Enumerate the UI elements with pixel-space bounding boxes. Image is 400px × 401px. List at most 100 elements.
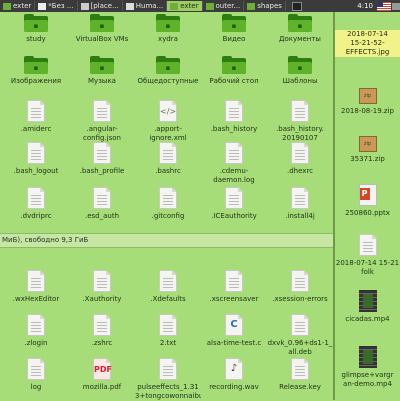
file-item-label: study xyxy=(26,35,46,43)
file-item[interactable]: .wxHexEditor xyxy=(3,270,69,304)
file-item-label: Музыка xyxy=(88,77,116,85)
file-item[interactable]: ▪ Изображения xyxy=(3,56,69,86)
file-item-label: Видео xyxy=(222,35,246,43)
file-item-label: dxvk_0.96+ds1-1_ xyxy=(267,339,333,347)
file-item[interactable]: ▪ Шаблоны xyxy=(267,56,333,86)
text-file-icon xyxy=(93,270,111,292)
file-item[interactable]: .bashrc xyxy=(135,142,201,176)
task-button[interactable]: [place... xyxy=(78,1,123,11)
desktop-item-label: 2018-08-19.zip xyxy=(341,107,394,115)
folder-icon: ▪ xyxy=(90,14,114,32)
file-item-label: .zshrc xyxy=(91,339,113,347)
text-file-icon xyxy=(159,314,177,336)
file-item[interactable]: .dhexrc xyxy=(267,142,333,176)
clock[interactable]: 4:10 xyxy=(354,2,376,10)
file-item[interactable]: ▪ xydra xyxy=(135,14,201,44)
file-item-label: log xyxy=(30,383,42,391)
file-item-label: pulseeffects_1.31 xyxy=(137,383,199,391)
folder-icon: ▪ xyxy=(288,14,312,32)
file-item[interactable]: .bash_history. 20190107 xyxy=(267,100,333,143)
desktop-item[interactable]: cicadas.mp4 xyxy=(335,290,400,324)
task-button[interactable]: Huma... xyxy=(123,1,168,11)
file-item-label: Release.key xyxy=(279,383,321,391)
desktop-item[interactable]: 2018-08-19.zip xyxy=(335,88,400,116)
file-item-label: .bashrc xyxy=(155,167,181,175)
text-file-icon xyxy=(93,314,111,336)
file-item[interactable]: .xsession-errors xyxy=(267,270,333,304)
system-menu-icon[interactable] xyxy=(392,2,400,10)
file-item[interactable]: ▪ Музыка xyxy=(69,56,135,86)
file-item[interactable]: .esd_auth xyxy=(69,187,135,221)
file-item-label: .angular- xyxy=(86,125,118,133)
file-item[interactable]: ▪ Документы xyxy=(267,14,333,44)
file-item[interactable]: .xscreensaver xyxy=(201,270,267,304)
file-item[interactable]: Release.key xyxy=(267,358,333,392)
c-source-file-icon: C xyxy=(225,314,243,336)
desktop-item[interactable]: 35371.zip xyxy=(335,136,400,164)
file-item[interactable]: .install4j xyxy=(267,187,333,221)
file-item[interactable]: dxvk_0.96+ds1-1_ all.deb xyxy=(267,314,333,357)
file-item[interactable]: PDF mozilla.pdf xyxy=(69,358,135,392)
file-item[interactable]: .zlogin xyxy=(3,314,69,348)
desktop-item[interactable]: 2018-07-14 15-21 folk xyxy=(335,234,400,277)
presentation-icon xyxy=(358,184,377,206)
text-file-icon xyxy=(291,100,309,122)
file-item-label-line2: daemon.log xyxy=(213,176,255,184)
document-icon xyxy=(125,2,134,10)
file-item[interactable]: Calsa-time-test.c xyxy=(201,314,267,348)
task-button[interactable]: outer... xyxy=(203,1,245,11)
file-item[interactable]: .bash_profile xyxy=(69,142,135,176)
file-item[interactable]: .bash_history xyxy=(201,100,267,134)
file-item-label: .zlogin xyxy=(24,339,48,347)
file-item[interactable]: pulseeffects_1.31 3+tongcowonnaibu xyxy=(135,358,201,401)
file-item[interactable]: .bash_logout xyxy=(3,142,69,176)
file-item[interactable]: .dvdriprc xyxy=(3,187,69,221)
file-item[interactable]: ♪ recording.wav xyxy=(201,358,267,392)
file-item[interactable]: ▪ Видео xyxy=(201,14,267,44)
file-item[interactable]: log xyxy=(3,358,69,392)
task-button-active[interactable]: exter xyxy=(167,1,203,11)
text-file-icon xyxy=(27,142,45,164)
xml-file-icon: </> xyxy=(159,100,177,122)
folder-icon xyxy=(170,2,179,10)
video-file-icon xyxy=(358,346,377,368)
text-file-icon xyxy=(291,187,309,209)
browser-icon xyxy=(80,2,89,10)
file-item-label: .ICEauthority xyxy=(211,212,257,220)
file-item[interactable]: .Xauthority xyxy=(69,270,135,304)
file-item[interactable]: .cdemu-daemon.log xyxy=(201,142,267,185)
folder-icon: ▪ xyxy=(24,14,48,32)
folder-icon: ▪ xyxy=(156,56,180,74)
task-button[interactable]: shapes xyxy=(244,1,286,11)
file-item[interactable]: .angular-config.json xyxy=(69,100,135,143)
desktop-item[interactable]: glimpse+vargr an-demo.mp4 xyxy=(335,346,400,389)
text-file-icon xyxy=(225,100,243,122)
task-button[interactable]: exter xyxy=(0,1,36,11)
file-item[interactable]: ▪ Общедоступные xyxy=(135,56,201,86)
file-item-label: .Xdefaults xyxy=(150,295,186,303)
desktop-area[interactable]: 2018-07-1415-21-52-EFFECTS.jpg 2018-08-19… xyxy=(335,12,400,400)
task-button[interactable]: *Без ... xyxy=(35,1,78,11)
file-manager-view[interactable]: ▪ study ▪ VirtualBox VMs ▪ xydra ▪ Видео ▪ Докуме… xyxy=(0,12,333,400)
file-item[interactable]: </> .apport-ignore.xml xyxy=(135,100,201,143)
file-item[interactable]: .gitconfig xyxy=(135,187,201,221)
file-item-label: .gitconfig xyxy=(151,212,185,220)
file-item[interactable]: .ICEauthority xyxy=(201,187,267,221)
file-item[interactable]: .amiderc xyxy=(3,100,69,134)
desktop-item[interactable]: 250860.pptx xyxy=(335,184,400,218)
file-item[interactable]: 2.txt xyxy=(135,314,201,348)
file-item[interactable]: .Xdefaults xyxy=(135,270,201,304)
folder-icon: ▪ xyxy=(222,56,246,74)
file-item[interactable]: ▪ Рабочий стол xyxy=(201,56,267,86)
text-file-icon xyxy=(27,187,45,209)
file-item[interactable]: ▪ VirtualBox VMs xyxy=(69,14,135,44)
keyboard-layout-flag-icon[interactable] xyxy=(377,1,391,11)
text-file-icon xyxy=(291,314,309,336)
text-file-icon xyxy=(159,187,177,209)
desktop-item[interactable]: 2018-07-14 15-21-52- EFFECTS.jpg xyxy=(335,30,400,57)
desktop-item-label: 250860.pptx xyxy=(345,209,390,217)
file-item-label: Общедоступные xyxy=(137,77,199,85)
file-item[interactable]: ▪ study xyxy=(3,14,69,44)
terminal-icon[interactable] xyxy=(291,1,302,11)
file-item[interactable]: .zshrc xyxy=(69,314,135,348)
